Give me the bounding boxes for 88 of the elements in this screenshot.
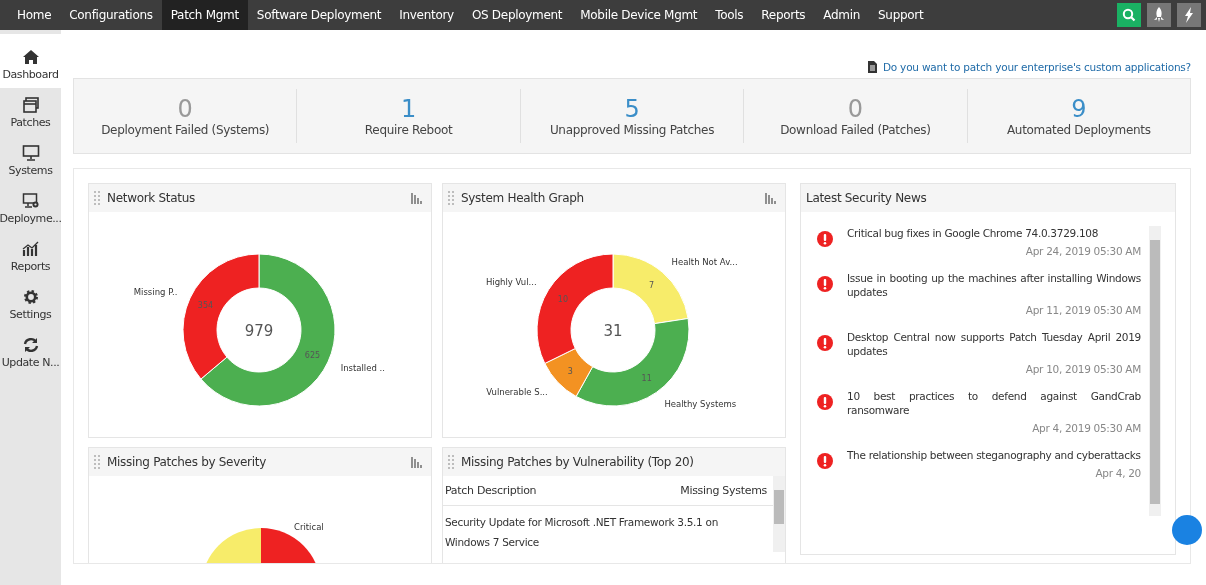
monitor-icon [21,144,40,162]
nav-tab[interactable]: OS Deployment [462,0,572,30]
slice-label: Healthy Systems [664,398,737,409]
sidebar-item[interactable]: Update N... [0,328,61,376]
news-title[interactable]: Issue in booting up the machines after installing Windows updates [847,271,1141,299]
nav-tab[interactable]: Support [869,0,933,30]
news-title[interactable]: Desktop Central now supports Patch Tuesday April 2019 updates [847,330,1141,358]
alert-icon [817,276,833,292]
column-header: Patch Description [445,484,537,497]
sidebar-item[interactable]: Systems [0,136,61,184]
nav-tab[interactable]: Home [8,0,61,30]
stat-label: Automated Deployments [1006,123,1151,137]
search-button[interactable] [1117,3,1141,27]
slice-label: Critical [294,522,324,532]
news-title[interactable]: Critical bug fixes in Google Chrome 74.0.3729.108 [847,226,1141,240]
data-label: 7 [648,281,654,291]
drag-handle-icon[interactable] [94,191,100,205]
donut-total: 31 [603,322,623,340]
slice-label: Vulnerable S... [486,387,548,397]
sidebar-item[interactable]: Dashboard [0,34,61,88]
search-icon [1122,8,1136,22]
nav-tab[interactable]: Software Deployment [247,0,391,30]
data-label: 11 [641,374,652,384]
slice-label: Installed .. [340,362,385,373]
scrollbar[interactable] [1149,226,1161,516]
news-date: Apr 4, 2019 05:30 AM [1031,422,1141,434]
news-title[interactable]: The relationship between steganography and cyberattacks [847,448,1141,462]
bar-chart-icon[interactable] [411,456,423,468]
slice-label: Highly Vul... [485,277,537,288]
windows-stack-icon [21,96,40,114]
data-label: 10 [557,294,568,304]
document-icon [866,61,877,73]
widget-title: Missing Patches by Vulnerability (Top 20) [461,455,694,469]
alert-icon [817,453,833,469]
nav-tab[interactable]: Admin [814,0,869,30]
widget-title: System Health Graph [461,191,584,205]
drag-handle-icon[interactable] [448,191,454,205]
nav-tab[interactable]: Configurations [60,0,162,30]
data-label: 354 [197,301,214,311]
scrollbar-thumb[interactable] [774,490,784,524]
sidebar-item[interactable]: Patches [0,88,61,136]
nav-tab[interactable]: Patch Mgmt [161,0,248,30]
stat-label: Require Reboot [364,123,453,137]
sidebar-item[interactable]: Deployme... [0,184,61,232]
slice-label: Missing P.. [133,287,178,298]
news-title[interactable]: 10 best practices to defend against GandCrab ransomware [847,389,1141,417]
refresh-icon [21,336,40,354]
nav-tab[interactable]: Reports [752,0,815,30]
lightning-icon [1184,7,1194,23]
custom-apps-link[interactable]: Do you want to patch your enterprise's custom applications? [882,61,1191,73]
home-icon [21,48,40,66]
stat-label: Deployment Failed (Systems) [101,123,270,137]
drag-handle-icon[interactable] [94,455,100,469]
column-header: Missing Systems [680,484,767,497]
sidebar-item[interactable]: Reports [0,232,61,280]
drag-handle-icon[interactable] [448,455,454,469]
lightning-button[interactable] [1177,3,1201,27]
news-date: Apr 24, 2019 05:30 AM [1024,245,1141,257]
news-date: Apr 11, 2019 05:30 AM [1024,304,1141,316]
scrollbar[interactable] [773,476,785,552]
rocket-button[interactable] [1147,3,1171,27]
nav-tab[interactable]: Tools [706,0,753,30]
donut-total: 979 [244,322,274,340]
widget-title: Network Status [107,191,195,205]
sidebar-item[interactable]: Settings [0,280,61,328]
bar-chart-icon[interactable] [765,192,777,204]
nav-tab[interactable]: Mobile Device Mgmt [571,0,707,30]
data-label: 3 [567,366,573,376]
alert-icon [817,394,833,410]
news-date: Apr 10, 2019 05:30 AM [1024,363,1141,375]
stat-label: Download Failed (Patches) [780,123,931,137]
table-cell-text: Security Update for Microsoft .NET Framework 3.5.1 on Windows 7 Service [444,515,719,550]
alert-icon [817,335,833,351]
widget-title: Latest Security News [806,191,927,205]
chat-button[interactable] [1172,515,1202,545]
stat-label: Unapproved Missing Patches [549,123,715,137]
slice-label: Health Not Av... [671,256,738,267]
monitor-gear-icon [21,192,40,210]
bar-chart-icon[interactable] [411,192,423,204]
news-date: Apr 4, 20 [1094,467,1141,479]
data-label: 625 [304,350,321,360]
nav-tab[interactable]: Inventory [390,0,463,30]
rocket-icon [1153,7,1165,23]
alert-icon [817,231,833,247]
bar-chart-icon [21,240,40,258]
widget-title: Missing Patches by Severity [107,455,266,469]
settings-icon [21,288,40,306]
scrollbar-thumb[interactable] [1150,240,1160,504]
